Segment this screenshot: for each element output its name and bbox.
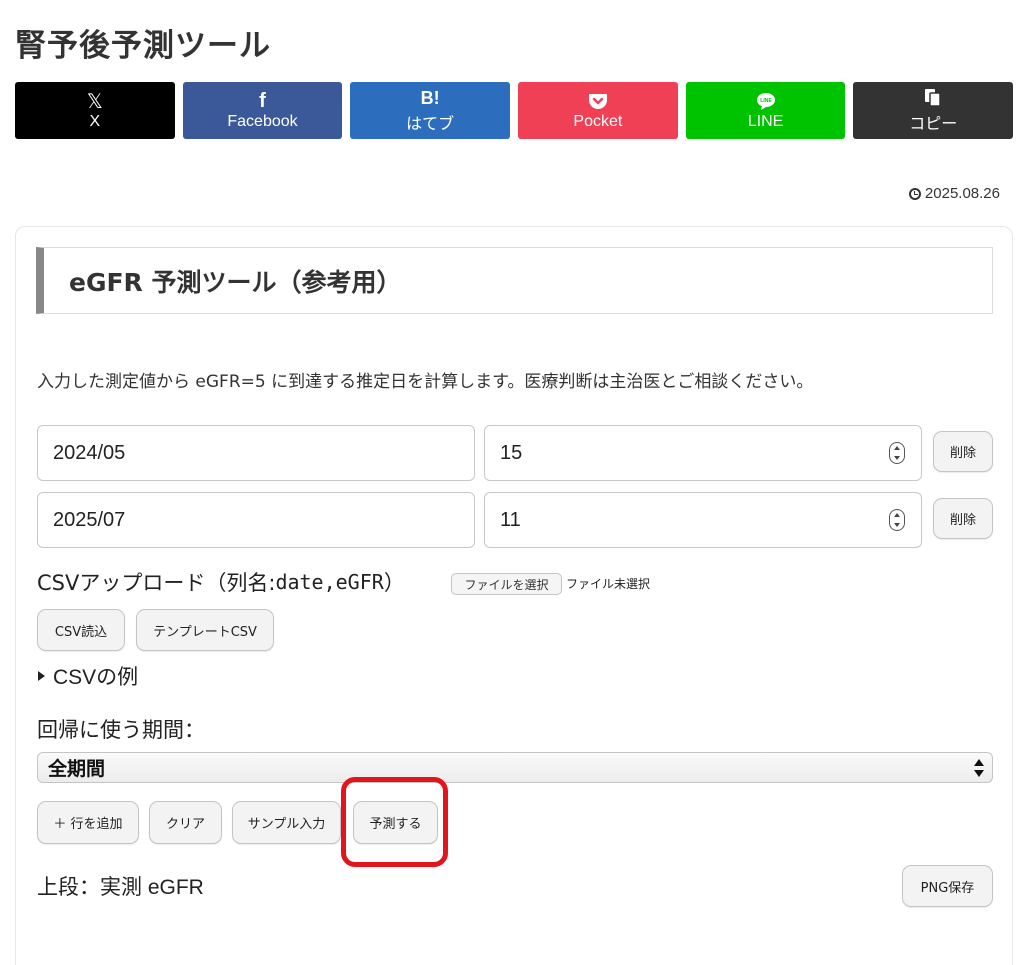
predict-button[interactable]: 予測する xyxy=(353,801,438,844)
share-facebook-button[interactable]: f Facebook xyxy=(182,82,343,139)
csv-read-button[interactable]: CSV読込 xyxy=(37,609,125,651)
svg-text:LINE: LINE xyxy=(760,98,772,104)
share-line-label: LINE xyxy=(747,113,784,130)
clock-icon xyxy=(908,187,921,200)
share-hatena-button[interactable]: B! はてブ xyxy=(350,82,511,139)
tool-intro: 入力した測定値から eGFR=5 に到達する推定日を計算します。医療判断は主治医… xyxy=(37,372,814,392)
date-value-row-1: 2024/05 xyxy=(53,441,126,464)
csv-columns: date,eGFR xyxy=(275,570,384,594)
template-csv-button[interactable]: テンプレートCSV xyxy=(136,609,274,651)
disclosure-triangle-icon xyxy=(38,671,45,681)
file-status: ファイル未選択 xyxy=(566,577,651,591)
date-input-row-1[interactable]: 2024/05 xyxy=(37,425,475,481)
period-label: 回帰に使う期間： xyxy=(37,718,205,742)
share-line-button[interactable]: LINE LINE xyxy=(685,82,846,139)
delete-button-row-1[interactable]: 削除 xyxy=(933,431,993,472)
copy-icon xyxy=(924,87,942,109)
line-icon: LINE xyxy=(756,90,776,112)
facebook-icon: f xyxy=(259,89,266,112)
csv-example-label: CSVの例 xyxy=(53,666,139,689)
egfr-value-row-2: 11 xyxy=(500,508,521,531)
share-x-label: X xyxy=(89,113,101,130)
share-facebook-label: Facebook xyxy=(227,113,298,130)
date-value-row-2: 2025/07 xyxy=(53,508,126,531)
chart-caption: 上段：実測 eGFR xyxy=(37,876,204,899)
tool-card: eGFR 予測ツール（参考用） 入力した測定値から eGFR=5 に到達する推定… xyxy=(15,226,1013,965)
csv-label-prefix: CSVアップロード（列名: xyxy=(37,571,276,595)
stepper-icon[interactable] xyxy=(889,442,905,464)
clear-button[interactable]: クリア xyxy=(149,801,222,844)
share-x-button[interactable]: 𝕏 X xyxy=(15,82,175,139)
stepper-icon[interactable] xyxy=(889,509,905,531)
share-hatena-label: はてブ xyxy=(406,116,455,133)
period-selected-value: 全期間 xyxy=(48,758,106,780)
csv-label-suffix: ） xyxy=(383,571,405,595)
hatena-icon: B! xyxy=(420,87,440,108)
delete-button-row-2[interactable]: 削除 xyxy=(933,498,993,539)
share-pocket-label: Pocket xyxy=(573,113,623,130)
csv-upload-label: CSVアップロード（列名: date,eGFR） xyxy=(37,567,405,597)
post-date: 2025.08.26 xyxy=(908,185,1000,202)
page-title: 腎予後予測ツール xyxy=(15,28,271,64)
x-icon: 𝕏 xyxy=(86,90,103,113)
egfr-input-row-1[interactable]: 15 xyxy=(484,425,922,481)
share-copy-label: コピー xyxy=(909,116,958,133)
share-bar: 𝕏 X f Facebook B! はてブ Pocket LINE LINE コ… xyxy=(15,82,1014,139)
png-save-button[interactable]: PNG保存 xyxy=(902,865,993,907)
post-date-text: 2025.08.26 xyxy=(924,185,1000,202)
csv-example-toggle[interactable]: CSVの例 xyxy=(38,661,138,691)
tool-heading: eGFR 予測ツール（参考用） xyxy=(36,247,993,314)
period-select[interactable]: 全期間 xyxy=(37,752,993,783)
choose-file-button[interactable]: ファイルを選択 xyxy=(451,573,562,595)
share-copy-button[interactable]: コピー xyxy=(853,82,1014,139)
egfr-value-row-1: 15 xyxy=(500,441,523,464)
pocket-icon xyxy=(588,90,608,112)
select-arrows-icon xyxy=(974,759,984,777)
add-row-button[interactable]: ＋ 行を追加 xyxy=(37,801,139,844)
date-input-row-2[interactable]: 2025/07 xyxy=(37,492,475,548)
egfr-input-row-2[interactable]: 11 xyxy=(484,492,922,548)
share-pocket-button[interactable]: Pocket xyxy=(518,82,678,139)
sample-input-button[interactable]: サンプル入力 xyxy=(232,801,341,844)
